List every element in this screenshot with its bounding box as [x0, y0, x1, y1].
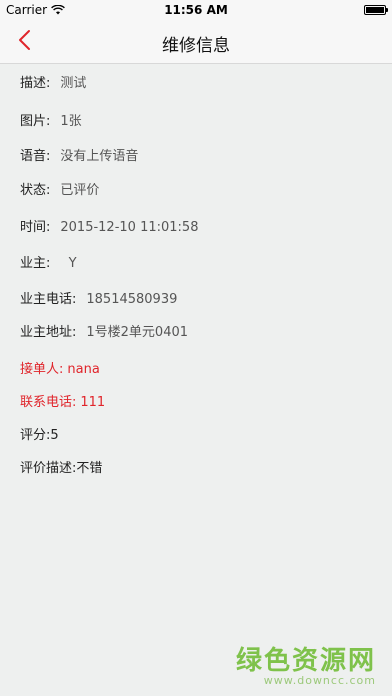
detail-label: 评价描述:: [20, 461, 77, 476]
detail-value: nana: [67, 362, 100, 377]
detail-label: 时间:: [20, 220, 51, 235]
detail-value: 不错: [76, 461, 103, 476]
detail-label: 状态:: [20, 183, 51, 198]
detail-value: 测试: [60, 76, 87, 91]
detail-value: 2015-12-10 11:01:58: [60, 220, 199, 235]
detail-review: 评价描述:不错: [20, 459, 102, 479]
detail-label: 评分:: [20, 428, 51, 443]
detail-assignee: 接单人: nana: [20, 360, 100, 380]
detail-label: 接单人:: [20, 362, 64, 377]
detail-rating: 评分:5: [20, 426, 59, 446]
detail-label: 语音:: [20, 149, 51, 164]
status-bar: Carrier 11:56 AM: [0, 0, 392, 20]
detail-label: 描述:: [20, 76, 51, 91]
detail-value: 5: [50, 428, 59, 443]
watermark-title: 绿色资源网: [235, 646, 376, 676]
detail-label: 图片:: [20, 114, 51, 129]
detail-value: 没有上传语音: [60, 149, 139, 164]
watermark-url: www.downcc.com: [263, 674, 376, 687]
detail-owner: 业主: Y: [20, 254, 77, 274]
page-title: 维修信息: [162, 36, 230, 56]
detail-value: 1张: [60, 114, 82, 129]
battery-icon: [364, 5, 388, 15]
detail-value: 111: [80, 395, 106, 410]
detail-value: Y: [60, 256, 77, 271]
detail-contact-phone: 联系电话: 111: [20, 393, 105, 413]
detail-status: 状态: 已评价: [20, 181, 99, 201]
detail-label: 业主:: [20, 256, 51, 271]
detail-label: 联系电话:: [20, 395, 77, 410]
detail-description: 描述: 测试: [20, 74, 86, 94]
detail-label: 业主地址:: [20, 325, 77, 340]
navigation-bar: 维修信息: [0, 20, 392, 64]
detail-value: 1号楼2单元0401: [86, 325, 189, 340]
detail-owner-address: 业主地址: 1号楼2单元0401: [20, 323, 188, 343]
watermark-logo: 绿色资源网 www.downcc.com: [236, 647, 376, 687]
detail-voice: 语音: 没有上传语音: [20, 147, 138, 167]
detail-label: 业主电话:: [20, 292, 77, 307]
detail-value: 18514580939: [86, 292, 178, 307]
detail-owner-phone: 业主电话: 18514580939: [20, 290, 177, 310]
detail-time: 时间: 2015-12-10 11:01:58: [20, 218, 198, 238]
detail-images: 图片: 1张: [20, 112, 82, 132]
detail-value: 已评价: [60, 183, 100, 198]
status-time: 11:56 AM: [164, 3, 228, 17]
